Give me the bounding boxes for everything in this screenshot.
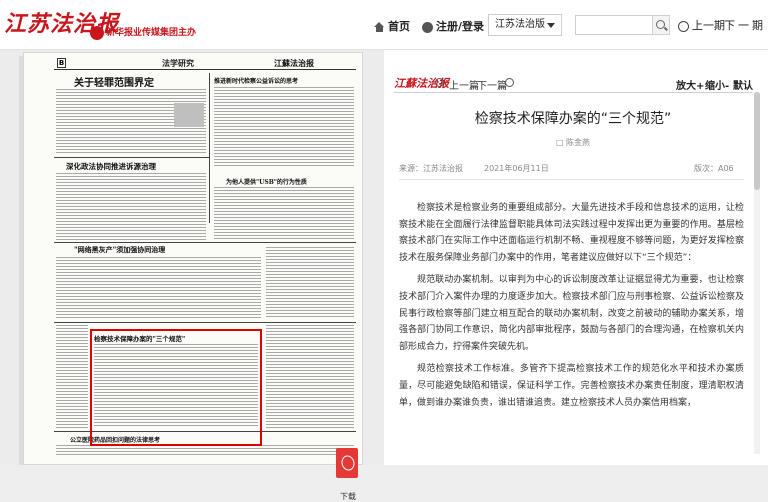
zoom-out-button[interactable]: 缩小- [705, 77, 729, 92]
login-register-label: 注册/登录 [436, 20, 485, 33]
article-paragraph: 规范检察技术工作标准。多管齐下提高检察技术工作的规范化水平和技术办案质量，尽可能… [399, 364, 744, 408]
article-text-block [56, 173, 206, 240]
article-paragraph: 检察技术是检察业务的重要组成部分。大量先进技术手段和信息技术的运用，让检察技术能… [399, 203, 744, 263]
search-input[interactable] [575, 15, 653, 35]
newspaper-page[interactable]: B 法学研究 江蘇法治报 关于轻罪范围界定 推进新时代检察公益诉讼的思考 深化政… [23, 52, 363, 465]
prev-article-icon[interactable] [435, 78, 444, 87]
page-masthead: 江蘇法治报 [274, 58, 314, 68]
previous-issue-link[interactable]: 上一期 [678, 17, 725, 33]
edition-select[interactable]: 江苏法治版 [488, 14, 562, 36]
publisher-emblem-icon [90, 25, 104, 40]
headline[interactable]: 为他人提供"USB"的行为性质 [226, 177, 307, 186]
article-source: 来源：江苏法治报 [399, 164, 463, 173]
divider [394, 92, 752, 93]
headline[interactable]: 关于轻罪范围界定 [74, 74, 154, 89]
article-scrollbar[interactable] [754, 92, 760, 454]
home-link-label: 首页 [388, 20, 410, 33]
article-text-block [56, 257, 261, 319]
headline[interactable]: "网络黑灰产"须加强协同治理 [74, 245, 165, 255]
edition-select-value: 江苏法治版 [495, 19, 545, 30]
next-article-link[interactable]: 下一篇 [477, 77, 507, 92]
zoom-in-button[interactable]: 放大+ [676, 77, 704, 92]
page-number: B [57, 58, 66, 68]
article-text-block [266, 247, 354, 319]
column-divider [209, 73, 210, 223]
article-text-block [56, 445, 354, 457]
article-text-block [266, 325, 354, 429]
next-article-icon[interactable] [505, 78, 514, 87]
article-body: 检察技术是检察业务的重要组成部分。大量先进技术手段和信息技术的运用，让检察技术能… [399, 200, 744, 417]
article-title: 检察技术保障办案的“三个规范” [474, 111, 672, 127]
home-link[interactable]: 首页 [374, 18, 410, 34]
article-text-block [214, 187, 354, 239]
headline[interactable]: 推进新时代检察公益诉讼的思考 [214, 76, 298, 85]
search-button[interactable] [652, 15, 670, 35]
article-pane: 江蘇法治报 上一篇 下一篇 放大+ 缩小- 默认 检察技术保障办案的“三个规范”… [384, 50, 768, 465]
row-divider [54, 322, 356, 323]
article-text-block [56, 325, 88, 429]
top-navigation-bar: 江苏法治报 新华报业传媒集团主办 首页 注册/登录 江苏法治版 上一期 下一期 [0, 0, 768, 50]
scrollbar-thumb[interactable] [754, 92, 760, 190]
selected-article-highlight[interactable] [90, 329, 262, 446]
news-photo [174, 103, 204, 127]
row-divider [54, 242, 356, 243]
chevron-down-icon [547, 23, 555, 28]
prev-article-link[interactable]: 上一篇 [449, 77, 479, 92]
article-paragraph: 规范联动办案机制。以审判为中心的诉讼制度改革让证据显得尤为重要，也让检察技术部门… [399, 275, 744, 352]
divider [399, 179, 744, 180]
newspaper-page-pane: B 法学研究 江蘇法治报 关于轻罪范围界定 推进新时代检察公益诉讼的思考 深化政… [0, 50, 384, 501]
page-header: B 法学研究 江蘇法治报 [54, 57, 356, 70]
headline[interactable]: 深化政法协同推进诉源治理 [66, 161, 156, 172]
logo-subtitle: 新华报业传媒集团主办 [90, 25, 196, 40]
user-icon [422, 21, 433, 33]
zoom-default-button[interactable]: 默认 [733, 77, 753, 92]
logo-subtitle-text: 新华报业传媒集团主办 [106, 28, 197, 38]
previous-issue-label: 上一期 [692, 19, 725, 32]
row-divider [54, 157, 209, 158]
article-author: □ 陈金燕 [555, 138, 591, 147]
pdf-download-button[interactable] [336, 448, 358, 478]
article-page-number: 版次：A06 [694, 164, 734, 173]
login-register-link[interactable]: 注册/登录 [422, 18, 484, 34]
next-issue-link[interactable]: 下一期 [724, 17, 766, 33]
section-name: 法学研究 [162, 59, 194, 68]
newspaper-layout: B 法学研究 江蘇法治报 关于轻罪范围界定 推进新时代检察公益诉讼的思考 深化政… [54, 57, 356, 457]
article-date: 2021年06月11日 [484, 164, 549, 173]
pdf-download-label[interactable]: 下载 [340, 491, 356, 502]
article-text-block [214, 87, 354, 167]
prev-arrow-icon [678, 20, 689, 32]
home-icon [374, 22, 385, 32]
